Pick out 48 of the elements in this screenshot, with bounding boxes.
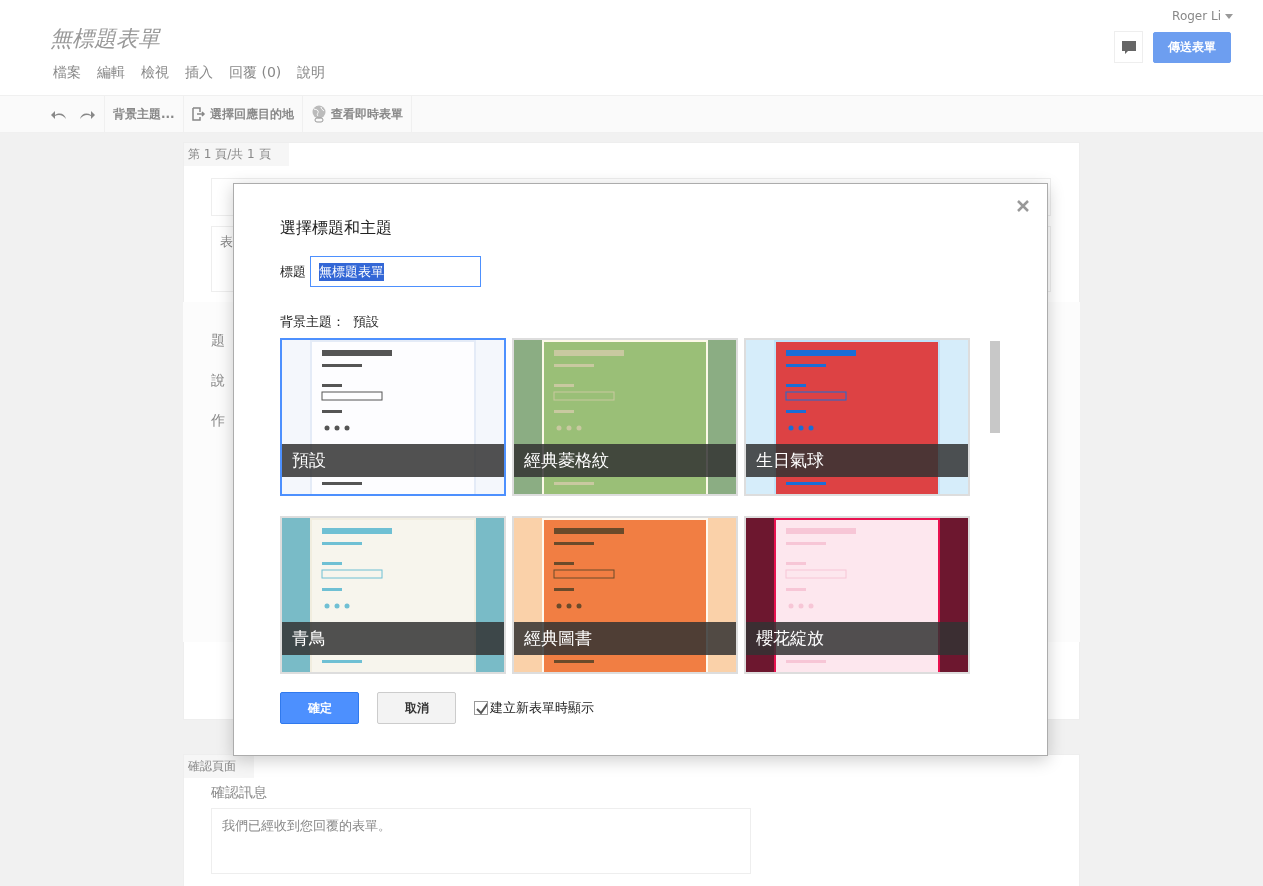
theme-tile[interactable]: 預設 [280,338,506,496]
theme-name: 經典菱格紋 [514,444,736,477]
menu-item[interactable]: 插入 [185,64,213,82]
globe-icon [310,105,327,123]
comments-button[interactable] [1114,31,1143,63]
field-label: 作 [211,412,225,430]
speech-bubble-icon [1121,40,1136,54]
theme-name: 經典圖書 [514,622,736,655]
message-field[interactable]: 我們已經收到您回覆的表單。 [211,808,751,874]
redo-icon[interactable] [78,108,96,120]
form-title[interactable]: 無標題表單 [50,24,160,54]
toolbar-button[interactable]: 選擇回應目的地 [191,105,294,123]
theme-name: 生日氣球 [746,444,968,477]
field-label: 標題 [280,262,306,281]
checkmark-icon [475,701,487,715]
caret-icon [1225,13,1233,19]
theme-name: 青鳥 [282,622,504,655]
theme-name: 櫻花綻放 [746,622,968,655]
field-label: 確認訊息 [211,784,267,802]
field-label: 說 [211,372,225,390]
ok-button[interactable]: 確定 [280,692,359,724]
menu-item[interactable]: 檢視 [141,64,169,82]
theme-tile[interactable]: 櫻花綻放 [744,516,970,674]
menu-item[interactable]: 說明 [297,64,326,82]
toolbar-button[interactable]: 查看即時表單 [310,105,403,123]
toolbar-button[interactable]: 背景主題... [113,105,175,123]
cancel-button[interactable]: 取消 [377,692,456,724]
dialog-title: 選擇標題和主題 [280,218,393,239]
menu-item[interactable]: 檔案 [53,64,81,82]
scrollbar-thumb[interactable] [990,341,1000,433]
menu-item[interactable]: 回覆 (0) [229,64,282,82]
menu-item[interactable]: 編輯 [97,64,125,82]
title-input[interactable]: 無標題表單 [310,256,481,287]
theme-tile[interactable]: 生日氣球 [744,338,970,496]
theme-value: 預設 [353,313,379,331]
theme-tile[interactable]: 經典圖書 [512,516,738,674]
theme-tile[interactable]: 經典菱格紋 [512,338,738,496]
field-label: 題 [211,332,225,350]
page-label: 確認頁面 [184,755,254,778]
user-menu[interactable]: Roger Li [1172,9,1233,23]
checkbox[interactable] [474,701,488,715]
page-label: 第 1 頁/共 1 頁 [184,143,289,166]
theme-name: 預設 [282,444,504,477]
close-icon[interactable] [1015,198,1031,214]
theme-label: 背景主題： [280,313,345,331]
theme-tile[interactable]: 青鳥 [280,516,506,674]
export-icon [191,107,206,121]
send-form-button[interactable]: 傳送表單 [1153,31,1231,63]
